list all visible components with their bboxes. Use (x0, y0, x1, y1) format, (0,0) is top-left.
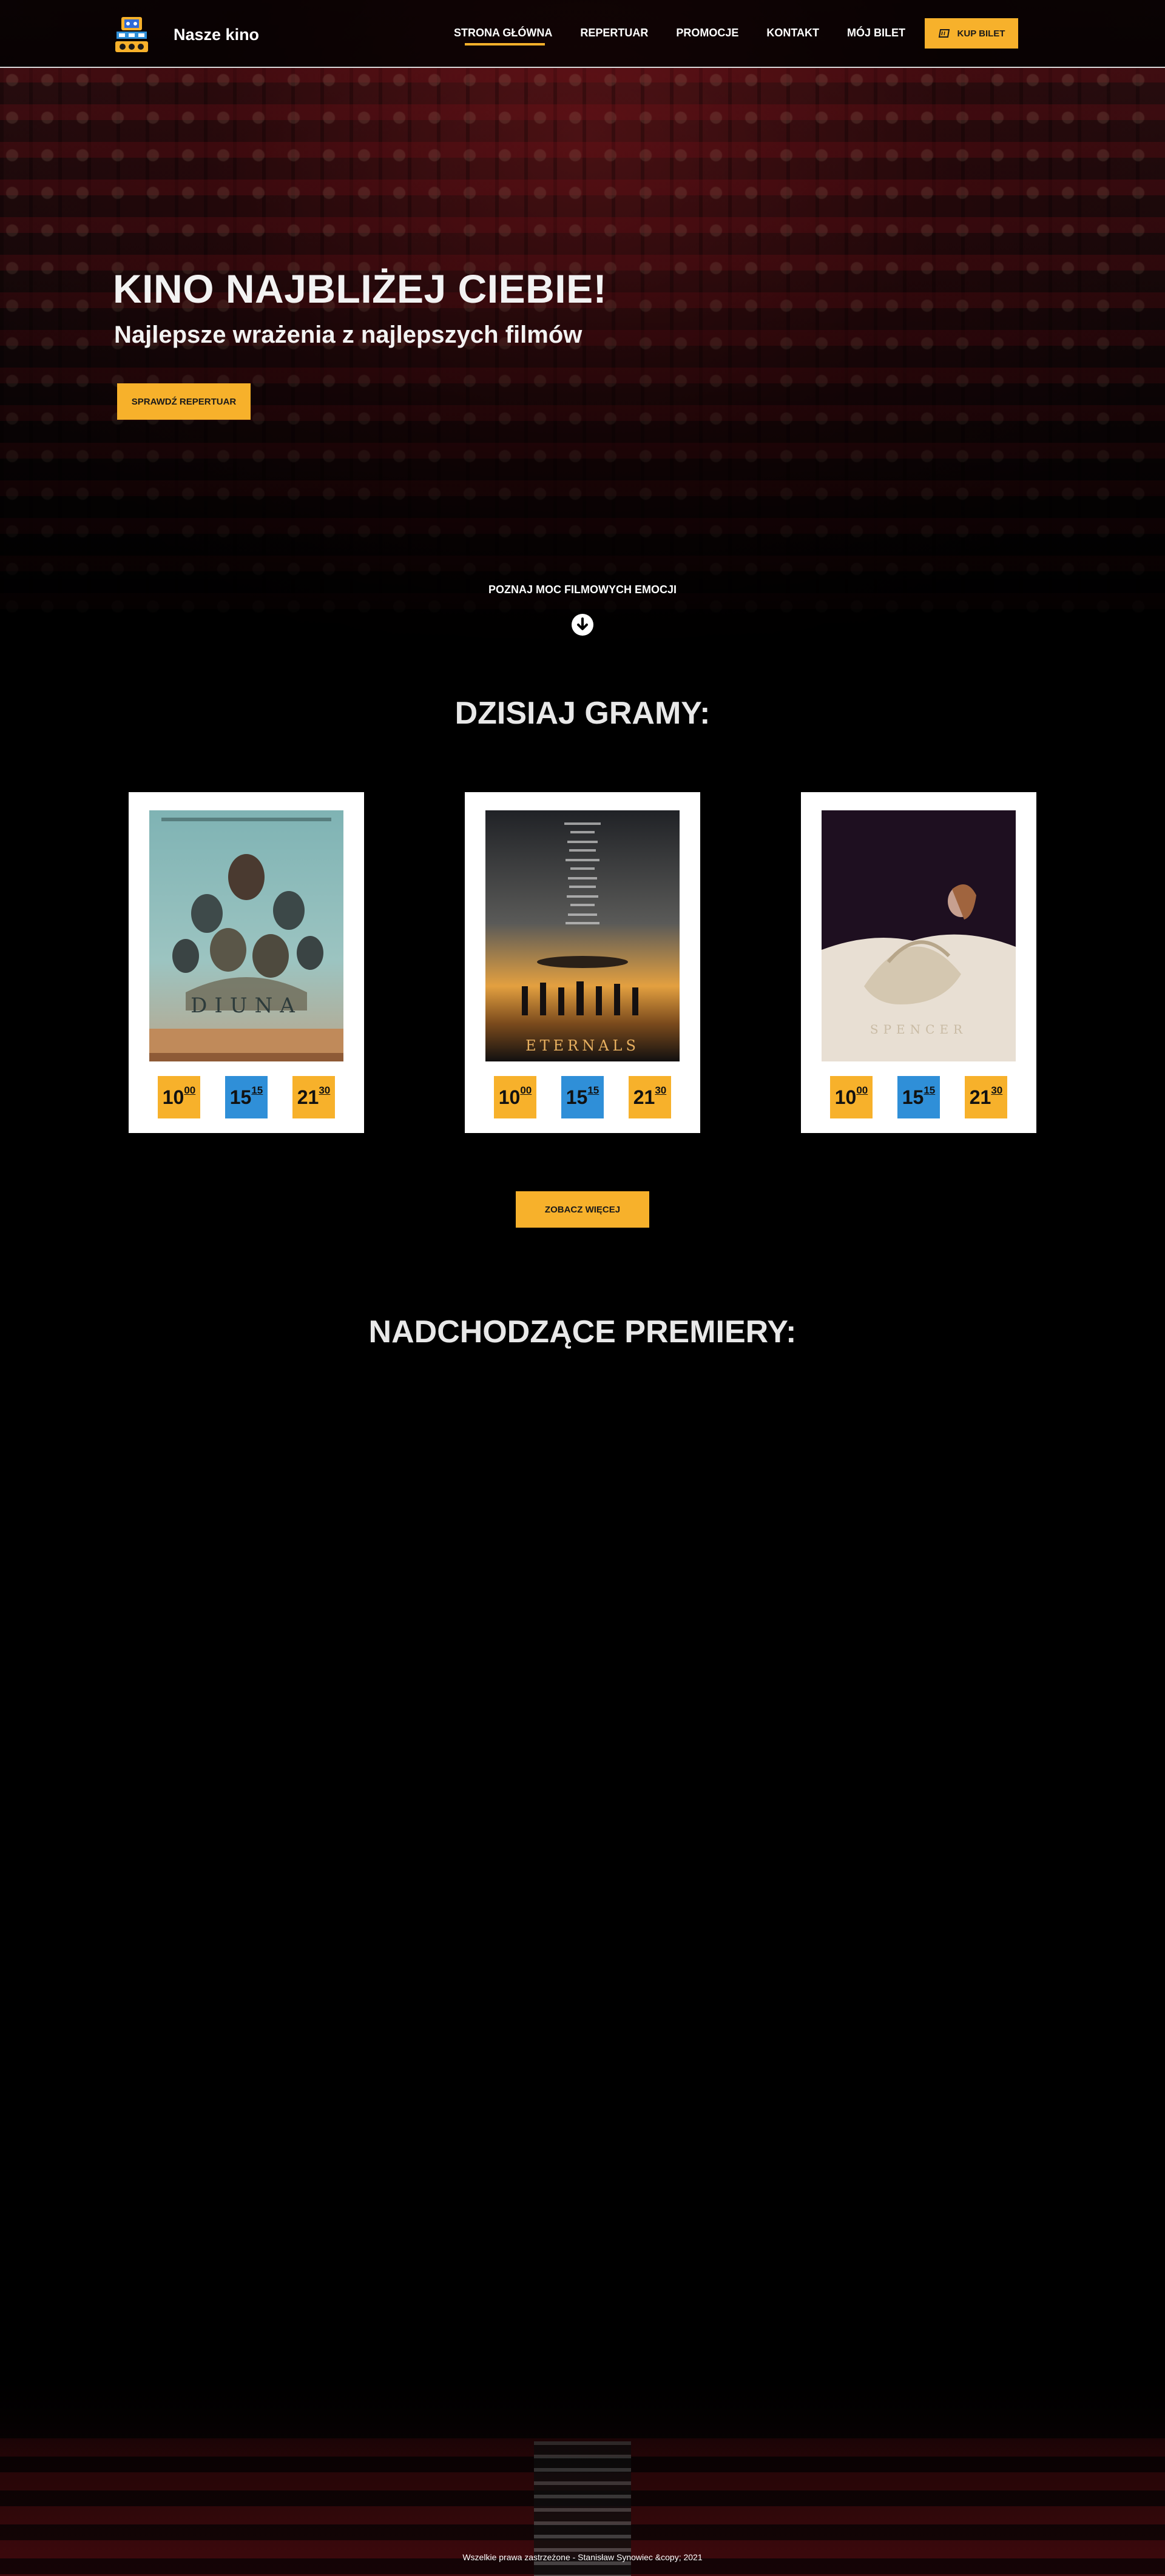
ticket-icon (938, 29, 950, 38)
movie-poster[interactable]: DIUNA (149, 810, 343, 1061)
cinema-logo-icon (115, 17, 148, 52)
movie-card[interactable]: DIUNA 10 00 15 15 21 30 (129, 792, 364, 1133)
showtime-button[interactable]: 21 30 (292, 1076, 335, 1118)
showtimes: 10 00 15 15 21 30 (494, 1076, 671, 1120)
brand-name: Nasze kino (174, 25, 260, 44)
showtimes: 10 00 15 15 21 30 (830, 1076, 1007, 1120)
movie-poster[interactable]: ETERNALS (485, 810, 680, 1061)
hero-title: KINO NAJBLIŻEJ CIEBIE! (113, 266, 607, 311)
showtimes: 10 00 15 15 21 30 (158, 1076, 335, 1120)
showtime-button[interactable]: 15 15 (561, 1076, 604, 1118)
brand[interactable]: Nasze kino (113, 16, 259, 53)
navbar: Nasze kino STRONA GŁÓWNA REPERTUAR PROMO… (0, 0, 1165, 68)
footer-overlay (0, 2366, 1165, 2576)
nav-home[interactable]: STRONA GŁÓWNA (454, 27, 552, 45)
showtime-button[interactable]: 21 30 (965, 1076, 1007, 1118)
movie-poster[interactable]: SPENCER (822, 810, 1016, 1061)
scroll-hint: POZNAJ MOC FILMOWYCH EMOCJI (488, 583, 677, 596)
buy-ticket-label: KUP BILET (957, 28, 1005, 39)
showtime-button[interactable]: 21 30 (629, 1076, 671, 1118)
hero-subtitle: Najlepsze wrażenia z najlepszych filmów (114, 321, 582, 348)
check-repertoire-button[interactable]: SPRAWDŹ REPERTUAR (117, 383, 251, 420)
footer-background (0, 2366, 1165, 2576)
nav-repertoire[interactable]: REPERTUAR (580, 27, 648, 39)
buy-ticket-button[interactable]: KUP BILET (925, 18, 1018, 49)
nav-promotions[interactable]: PROMOCJE (676, 27, 738, 39)
premieres-section-title: NADCHODZĄCE PREMIERY: (368, 1314, 797, 1350)
today-section-title: DZISIAJ GRAMY: (454, 696, 711, 731)
see-more-button[interactable]: ZOBACZ WIĘCEJ (516, 1191, 649, 1228)
showtime-button[interactable]: 10 00 (494, 1076, 536, 1118)
movie-card[interactable]: SPENCER 10 00 15 15 21 30 (801, 792, 1036, 1133)
footer-copyright: Wszelkie prawa zastrzeżone - Stanisław S… (462, 2552, 703, 2562)
showtime-button[interactable]: 15 15 (225, 1076, 268, 1118)
arrow-down-circle-icon[interactable] (571, 613, 594, 636)
showtime-button[interactable]: 15 15 (897, 1076, 940, 1118)
poster-title: SPENCER (870, 1022, 967, 1037)
main-nav: STRONA GŁÓWNA REPERTUAR PROMOCJE KONTAKT… (454, 27, 933, 45)
poster-title: DIUNA (191, 994, 302, 1018)
showtime-button[interactable]: 10 00 (158, 1076, 200, 1118)
poster-title: ETERNALS (525, 1037, 640, 1054)
movie-card[interactable]: ETERNALS 10 00 15 15 21 30 (465, 792, 700, 1133)
nav-contact[interactable]: KONTAKT (766, 27, 819, 39)
showtime-button[interactable]: 10 00 (830, 1076, 873, 1118)
nav-my-ticket[interactable]: MÓJ BILET (847, 27, 905, 39)
